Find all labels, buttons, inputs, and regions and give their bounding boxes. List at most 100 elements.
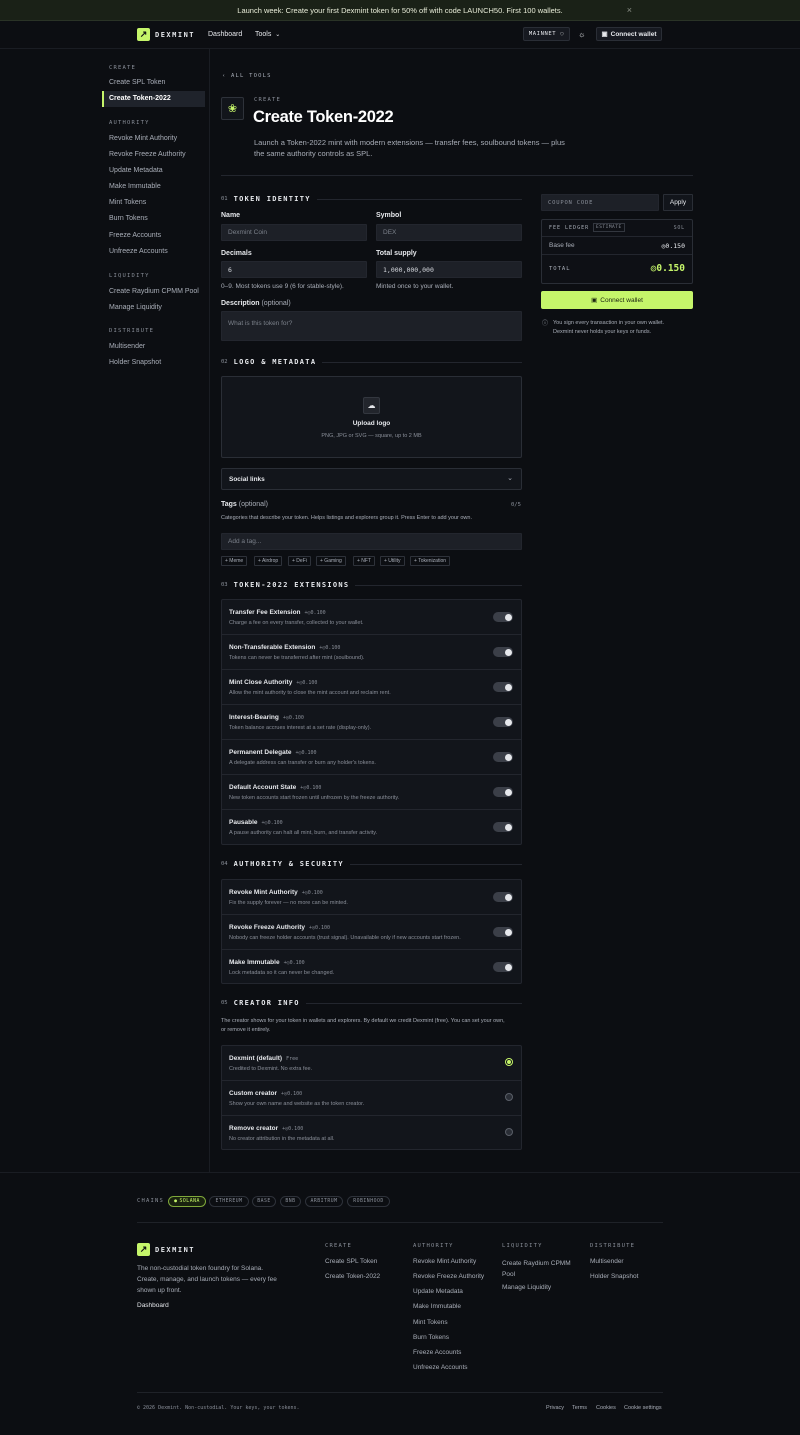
section-title: TOKEN-2022 EXTENSIONS <box>233 581 350 589</box>
sidebar-item-revoke-freeze[interactable]: Revoke Freeze Authority <box>109 151 186 158</box>
footer-link-update-metadata[interactable]: Update Metadata <box>413 1288 463 1295</box>
coupon-code-input[interactable]: COUPON CODE <box>541 194 659 211</box>
sidebar-item-update-metadata[interactable]: Update Metadata <box>109 167 163 174</box>
footer-link-freeze-accounts[interactable]: Freeze Accounts <box>413 1349 461 1356</box>
tag-chip-meme[interactable]: + Meme <box>221 556 248 566</box>
footer-link-terms[interactable]: Terms <box>572 1405 587 1411</box>
footer-tagline-line3: shown up front. <box>137 1287 182 1294</box>
extension-toggle[interactable] <box>493 647 513 657</box>
footer-link-unfreeze-accounts[interactable]: Unfreeze Accounts <box>413 1364 468 1371</box>
extension-toggle[interactable] <box>493 682 513 692</box>
footer-link-create-spl[interactable]: Create SPL Token <box>325 1258 377 1265</box>
network-selector[interactable]: MAINNET ◌ <box>523 27 570 41</box>
sidebar-item-create-token-2022[interactable]: Create Token-2022 <box>109 95 171 102</box>
chain-base[interactable]: BASE <box>252 1196 276 1207</box>
apply-coupon-button[interactable]: Apply <box>663 194 693 211</box>
extension-interest-bearing[interactable]: Interest-Bearing +◎0.100 Token balance ac… <box>222 705 521 740</box>
name-input[interactable]: Dexmint Coin <box>221 224 367 241</box>
extension-non-transferable[interactable]: Non-Transferable Extension +◎0.100 Tokens… <box>222 635 521 670</box>
sidebar-item-create-spl-token[interactable]: Create SPL Token <box>109 79 165 86</box>
creator-price: Free <box>286 1056 299 1062</box>
footer-link-revoke-freeze[interactable]: Revoke Freeze Authority <box>413 1273 484 1280</box>
footer-link-revoke-mint[interactable]: Revoke Mint Authority <box>413 1258 476 1265</box>
footer-link-make-immutable[interactable]: Make Immutable <box>413 1303 461 1310</box>
nav-tools[interactable]: Tools ⌄ <box>255 31 280 38</box>
extension-title-text: Transfer Fee Extension <box>229 609 301 616</box>
creator-radio-selected[interactable] <box>505 1058 513 1066</box>
footer-dashboard-link[interactable]: Dashboard <box>137 1302 169 1309</box>
sidebar-item-manage-liquidity[interactable]: Manage Liquidity <box>109 304 162 311</box>
tag-chip-utility[interactable]: + Utility <box>380 556 405 566</box>
footer-link-create-2022[interactable]: Create Token-2022 <box>325 1273 380 1280</box>
creator-option-custom[interactable]: Custom creator +◎0.100 Show your own name… <box>222 1081 521 1116</box>
footer-link-cookies[interactable]: Cookies <box>596 1405 616 1411</box>
authority-toggle[interactable] <box>493 927 513 937</box>
back-link-label: ALL TOOLS <box>231 73 272 79</box>
creator-radio[interactable] <box>505 1128 513 1136</box>
extension-pausable[interactable]: Pausable +◎0.100 A pause authority can ha… <box>222 810 521 845</box>
footer-link-cookie-settings[interactable]: Cookie settings <box>624 1405 662 1411</box>
connect-wallet-button[interactable]: ▣ Connect wallet <box>541 291 693 309</box>
chain-ethereum[interactable]: ETHEREUM <box>209 1196 249 1207</box>
decimals-input[interactable]: 6 <box>221 261 367 278</box>
tag-chip-tokenization[interactable]: + Tokenization <box>410 556 451 566</box>
header-connect-wallet-button[interactable]: ▣ Connect wallet <box>596 27 662 41</box>
extension-default-account-state[interactable]: Default Account State +◎0.100 New token a… <box>222 775 521 810</box>
footer-link-burn-tokens[interactable]: Burn Tokens <box>413 1334 449 1341</box>
footer-link-multisender[interactable]: Multisender <box>590 1258 624 1265</box>
tag-input[interactable]: Add a tag... <box>221 533 522 550</box>
sidebar-item-mint-tokens[interactable]: Mint Tokens <box>109 199 146 206</box>
footer-link-holder-snapshot[interactable]: Holder Snapshot <box>590 1273 638 1280</box>
sidebar-item-unfreeze-accounts[interactable]: Unfreeze Accounts <box>109 248 168 255</box>
footer-link-privacy[interactable]: Privacy <box>546 1405 564 1411</box>
extension-permanent-delegate[interactable]: Permanent Delegate +◎0.100 A delegate add… <box>222 740 521 775</box>
tag-chip-defi[interactable]: + DeFi <box>288 556 311 566</box>
sidebar-item-revoke-mint[interactable]: Revoke Mint Authority <box>109 135 177 142</box>
creator-option-remove[interactable]: Remove creator +◎0.100 No creator attribu… <box>222 1116 521 1151</box>
tag-chip-nft[interactable]: + NFT <box>353 556 376 566</box>
footer-link-create-pool[interactable]: Create Raydium CPMM Pool <box>502 1258 580 1280</box>
creator-option-default[interactable]: Dexmint (default) Free Credited to Dexmin… <box>222 1046 521 1081</box>
extension-toggle[interactable] <box>493 822 513 832</box>
social-links-accordion[interactable]: Social links ⌄ <box>221 468 522 490</box>
chain-arbitrum[interactable]: ARBITRUM <box>305 1196 343 1207</box>
brand-name[interactable]: DEXMINT <box>155 31 195 39</box>
tag-chip-airdrop[interactable]: + Airdrop <box>254 556 283 566</box>
sidebar-item-multisender[interactable]: Multisender <box>109 343 145 350</box>
footer-link-manage-liquidity[interactable]: Manage Liquidity <box>502 1284 551 1291</box>
tag-chip-gaming[interactable]: + Gaming <box>316 556 346 566</box>
symbol-input[interactable]: DEX <box>376 224 522 241</box>
back-link[interactable]: ‹ ALL TOOLS <box>222 73 272 79</box>
authority-toggle[interactable] <box>493 962 513 972</box>
close-icon[interactable]: × <box>627 5 632 15</box>
sidebar-item-holder-snapshot[interactable]: Holder Snapshot <box>109 359 161 366</box>
extension-toggle[interactable] <box>493 787 513 797</box>
chain-bnb[interactable]: BNB <box>280 1196 301 1207</box>
creator-radio[interactable] <box>505 1093 513 1101</box>
chain-robinhood[interactable]: ROBINHOOD <box>347 1196 390 1207</box>
footer-brand[interactable]: DEXMINT <box>155 1246 195 1254</box>
extension-toggle[interactable] <box>493 612 513 622</box>
authority-revoke-freeze[interactable]: Revoke Freeze Authority +◎0.100 Nobody ca… <box>222 915 521 950</box>
creator-card: Dexmint (default) Free Credited to Dexmin… <box>221 1045 522 1150</box>
footer-link-mint-tokens[interactable]: Mint Tokens <box>413 1319 448 1326</box>
extension-mint-close[interactable]: Mint Close Authority +◎0.100 Allow the mi… <box>222 670 521 705</box>
logo-upload-dropzone[interactable]: ☁ Upload logo PNG, JPG or SVG — square, … <box>221 376 522 458</box>
total-supply-input[interactable]: 1,000,000,000 <box>376 261 522 278</box>
chain-solana[interactable]: ● SOLANA <box>168 1196 206 1207</box>
sidebar-item-create-pool[interactable]: Create Raydium CPMM Pool <box>109 288 199 295</box>
authority-title-text: Make Immutable <box>229 959 280 966</box>
sidebar-item-freeze-accounts[interactable]: Freeze Accounts <box>109 232 161 239</box>
authority-toggle[interactable] <box>493 892 513 902</box>
authority-revoke-mint[interactable]: Revoke Mint Authority +◎0.100 Fix the sup… <box>222 880 521 915</box>
sidebar-item-make-immutable[interactable]: Make Immutable <box>109 183 161 190</box>
extension-transfer-fee[interactable]: Transfer Fee Extension +◎0.100 Charge a f… <box>222 600 521 635</box>
extension-toggle[interactable] <box>493 717 513 727</box>
nav-dashboard[interactable]: Dashboard <box>208 31 242 38</box>
extension-title: Pausable +◎0.100 <box>229 819 283 826</box>
extension-toggle[interactable] <box>493 752 513 762</box>
theme-toggle-sun-icon[interactable]: ☼ <box>578 30 585 39</box>
sidebar-item-burn-tokens[interactable]: Burn Tokens <box>109 215 148 222</box>
description-textarea[interactable]: What is this token for? <box>221 311 522 341</box>
authority-make-immutable[interactable]: Make Immutable +◎0.100 Lock metadata so i… <box>222 950 521 985</box>
